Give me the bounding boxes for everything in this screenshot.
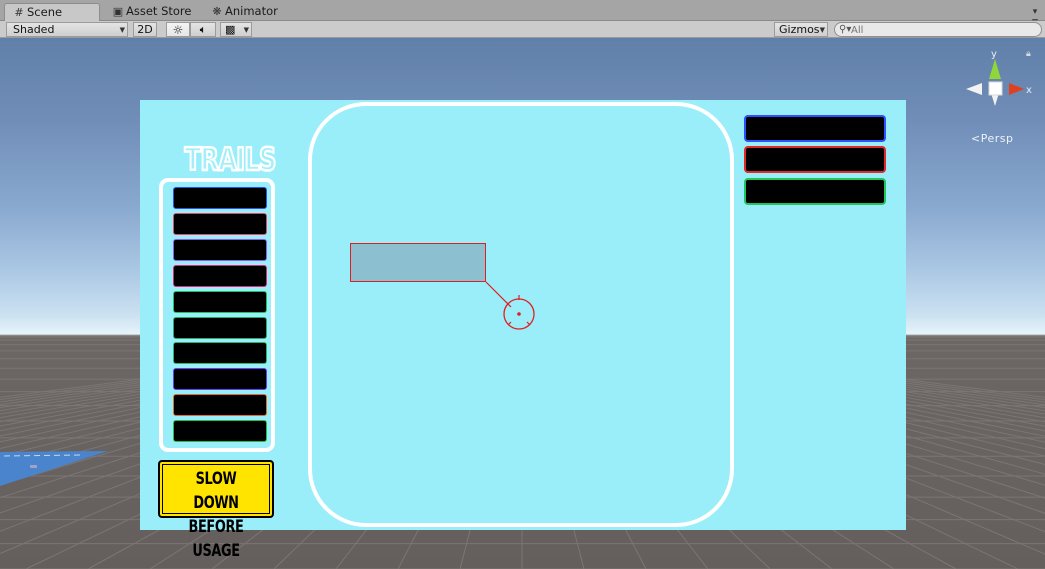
toggle-2d-button[interactable]: 2D bbox=[133, 22, 157, 37]
gizmos-dropdown[interactable]: Gizmos ▼ bbox=[774, 22, 828, 37]
dropdown-arrow-icon: ▼ bbox=[119, 26, 125, 34]
tab-scene[interactable]: # Scene bbox=[4, 3, 100, 21]
tab-animator[interactable]: ❋ Animator bbox=[203, 3, 293, 21]
x-axis-cone bbox=[1009, 83, 1024, 95]
toggle-2d-label: 2D bbox=[137, 23, 153, 36]
scene-toolbar: Shaded ▼ 2D ☼ 🔈︎ ▩ ▼ Gizmos ▼ ⚲▾ bbox=[0, 21, 1045, 38]
dropdown-arrow-icon: ▼ bbox=[819, 26, 825, 34]
chevron-left-icon: < bbox=[971, 132, 981, 145]
tab-menu-icon[interactable]: ▾≡ bbox=[1029, 7, 1041, 27]
draw-mode-label: Shaded bbox=[13, 23, 55, 36]
tab-animator-label: Animator bbox=[225, 4, 278, 18]
hierarchy-search[interactable]: ⚲▾ bbox=[834, 22, 1042, 37]
sun-icon: ☼ bbox=[172, 23, 184, 37]
animator-icon: ❋ bbox=[212, 5, 222, 18]
x-axis-label: x bbox=[1026, 85, 1032, 96]
image-icon: ▩ bbox=[225, 23, 236, 36]
rect-transform-gizmo bbox=[485, 281, 535, 330]
editor-tab-bar: #Scene ▣Asset Store ❋Animator ▾≡ bbox=[0, 0, 1045, 27]
tab-asset-store-label: Asset Store bbox=[126, 4, 192, 18]
lighting-toggle-button[interactable]: ☼ bbox=[166, 22, 190, 37]
tab-scene-label: Scene bbox=[27, 5, 63, 19]
y-axis-label: y bbox=[991, 49, 997, 60]
y-axis-cone bbox=[989, 59, 1001, 79]
neg-x-axis-cone bbox=[966, 83, 982, 95]
draw-mode-dropdown[interactable]: Shaded ▼ bbox=[6, 22, 128, 37]
grid-icon: # bbox=[14, 6, 24, 19]
effects-dropdown[interactable]: ▩ ▼ bbox=[220, 22, 252, 37]
scene-view[interactable]: TRAILS SLOW DOWN BEFORE USAGE y x <Persp… bbox=[0, 38, 1045, 569]
pivot-icon bbox=[503, 295, 535, 330]
tab-asset-store[interactable]: ▣ Asset Store bbox=[104, 3, 204, 21]
gizmos-label: Gizmos bbox=[779, 23, 820, 36]
search-input[interactable] bbox=[851, 24, 1036, 36]
lock-icon[interactable]: 🔒︎ bbox=[1026, 49, 1031, 59]
speaker-icon: 🔈︎ bbox=[199, 23, 207, 36]
projection-text: Persp bbox=[980, 132, 1014, 145]
center-cube bbox=[988, 81, 1003, 96]
audio-toggle-button[interactable]: 🔈︎ bbox=[190, 22, 216, 37]
dropdown-arrow-icon: ▼ bbox=[243, 26, 249, 34]
projection-label[interactable]: <Persp bbox=[971, 132, 1013, 145]
search-icon: ⚲▾ bbox=[839, 24, 852, 35]
store-icon: ▣ bbox=[112, 5, 124, 18]
